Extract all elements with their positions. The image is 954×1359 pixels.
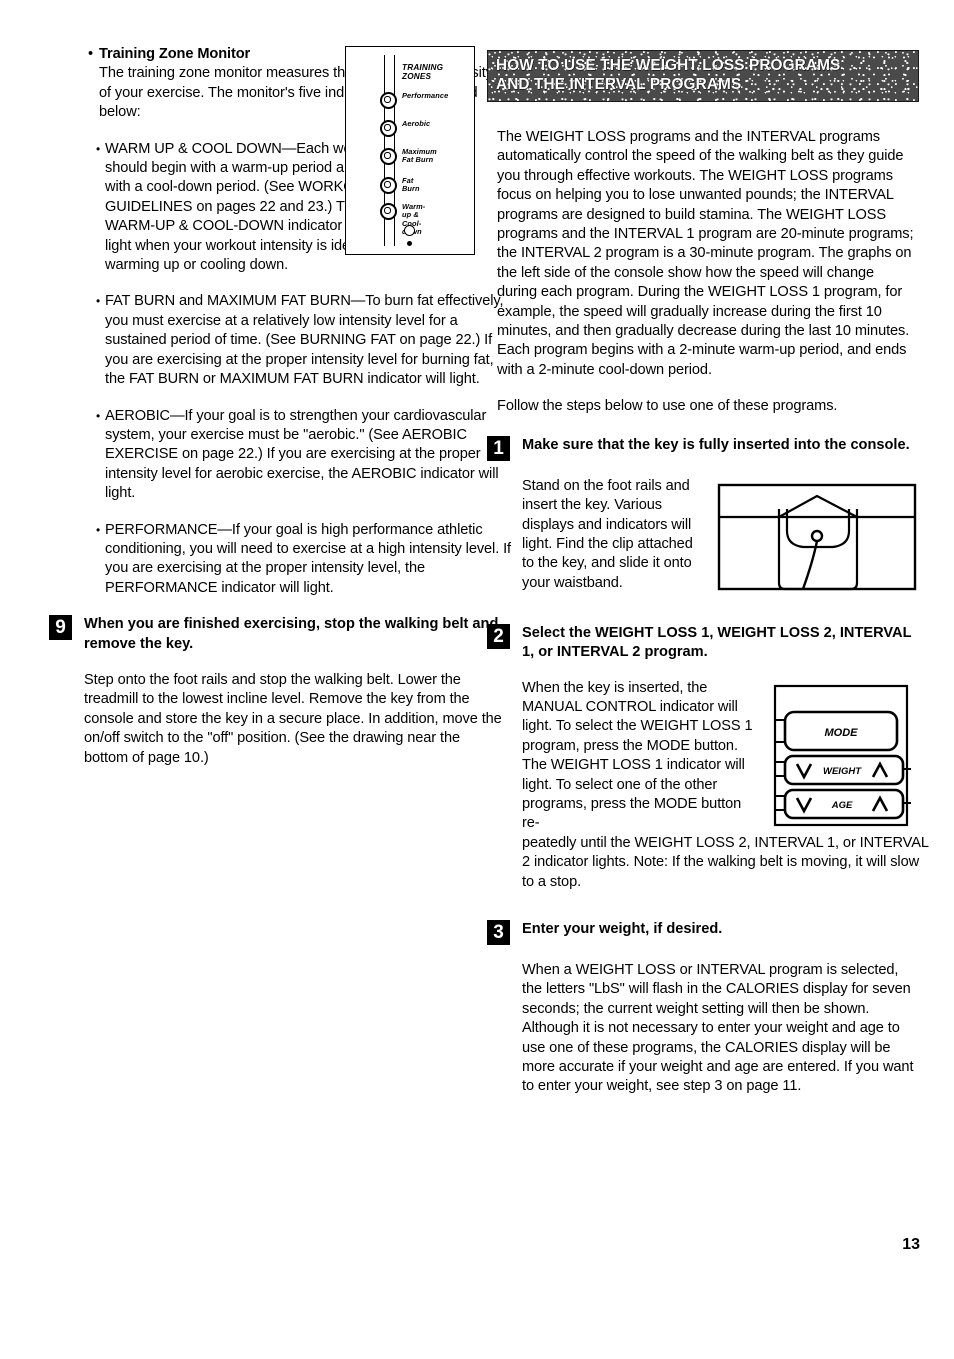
indicator-led-icon [380,148,397,165]
console-dot-icon [407,241,412,246]
section-header-banner: HOW TO USE THE WEIGHT LOSS PROGRAMS AND … [487,50,919,102]
training-zones-figure-title: TRAINING ZONES [402,63,444,82]
training-zone-aerobic-label: Aerobic [402,119,431,128]
bullet-aerobic-text: AEROBIC—If your goal is to strengthen yo… [105,407,499,502]
step-1-body: Stand on the foot rails and insert the k… [522,477,693,591]
follow-steps-line: Follow the steps below to use one of the… [497,398,838,415]
indicator-led-icon [380,120,397,137]
step-1: 1 Make sure that the key is fully insert… [487,435,917,461]
step-9-title: When you are finished exercising, stop t… [84,616,499,652]
step-2-content: When the key is inserted, the MANUAL CON… [522,679,917,834]
indicator-led-icon [380,92,397,109]
bullet-fat-burn-text: FAT BURN and MAXIMUM FAT BURN—To burn fa… [105,293,504,388]
section-header-title: HOW TO USE THE WEIGHT LOSS PROGRAMS AND … [496,57,841,93]
right-column: HOW TO USE THE WEIGHT LOSS PROGRAMS AND … [487,50,928,1097]
step-2-body-top: When the key is inserted, the MANUAL CON… [522,679,753,832]
bullet-aerobic: • AEROBIC—If your goal is to strengthen … [88,407,511,504]
training-zone-performance-label: Performance [402,91,449,100]
step-1-content: Stand on the foot rails and insert the k… [522,477,917,596]
bullet-dot-icon: • [88,46,94,62]
console-hole-icon [404,225,415,236]
bullet-performance: • PERFORMANCE—If your goal is high perfo… [88,521,511,599]
step-3-number: 3 [487,919,510,945]
bullet-dot-icon: • [96,522,101,537]
console-buttons-figure: MODE WEIGHT AGE [767,684,915,832]
step-3: 3 Enter your weight, if desired. [487,919,917,945]
step-3-title: Enter your weight, if desired. [522,920,723,937]
training-zone-fat-burn-label: Fat Burn [402,176,420,194]
intro-paragraph: The WEIGHT LOSS programs and the INTERVA… [497,129,914,378]
step-1-number: 1 [487,435,510,461]
weight-button-label: WEIGHT [823,766,862,777]
bullet-dot-icon: • [96,141,101,156]
page-number: 13 [902,1236,920,1253]
step-2: 2 Select the WEIGHT LOSS 1, WEIGHT LOSS … [487,623,917,663]
bullet-dot-icon: • [96,294,101,309]
step-2-body-bottom: peatedly until the WEIGHT LOSS 2, INTERV… [522,834,929,890]
training-zones-figure: TRAINING ZONES Performance Aerobic Maxim… [345,46,475,255]
step-9-number: 9 [49,615,72,641]
manual-page: • Training Zone Monitor The training zon… [0,0,954,1359]
key-insert-drawing [717,483,917,590]
key-insert-figure [717,483,917,596]
console-buttons-drawing: MODE WEIGHT AGE [773,684,911,826]
step-1-title: Make sure that the key is fully inserted… [522,436,910,453]
step-9: 9 When you are finished exercising, stop… [49,615,503,654]
bullet-dot-icon: • [96,408,101,423]
bullet-performance-text: PERFORMANCE—If your goal is high perform… [105,521,512,596]
age-button-label: AGE [831,800,853,811]
step-2-title: Select the WEIGHT LOSS 1, WEIGHT LOSS 2,… [522,624,912,661]
step-2-number: 2 [487,623,510,649]
indicator-led-icon [380,203,397,220]
indicator-led-icon [380,177,397,194]
step-9-body: Step onto the foot rails and stop the wa… [84,671,502,766]
training-zone-maximum-fat-burn-label: Maximum Fat Burn [402,147,437,165]
step-3-body: When a WEIGHT LOSS or INTERVAL program i… [522,961,914,1095]
bullet-fat-burn: • FAT BURN and MAXIMUM FAT BURN—To burn … [88,292,511,389]
mode-button-label: MODE [825,727,859,739]
